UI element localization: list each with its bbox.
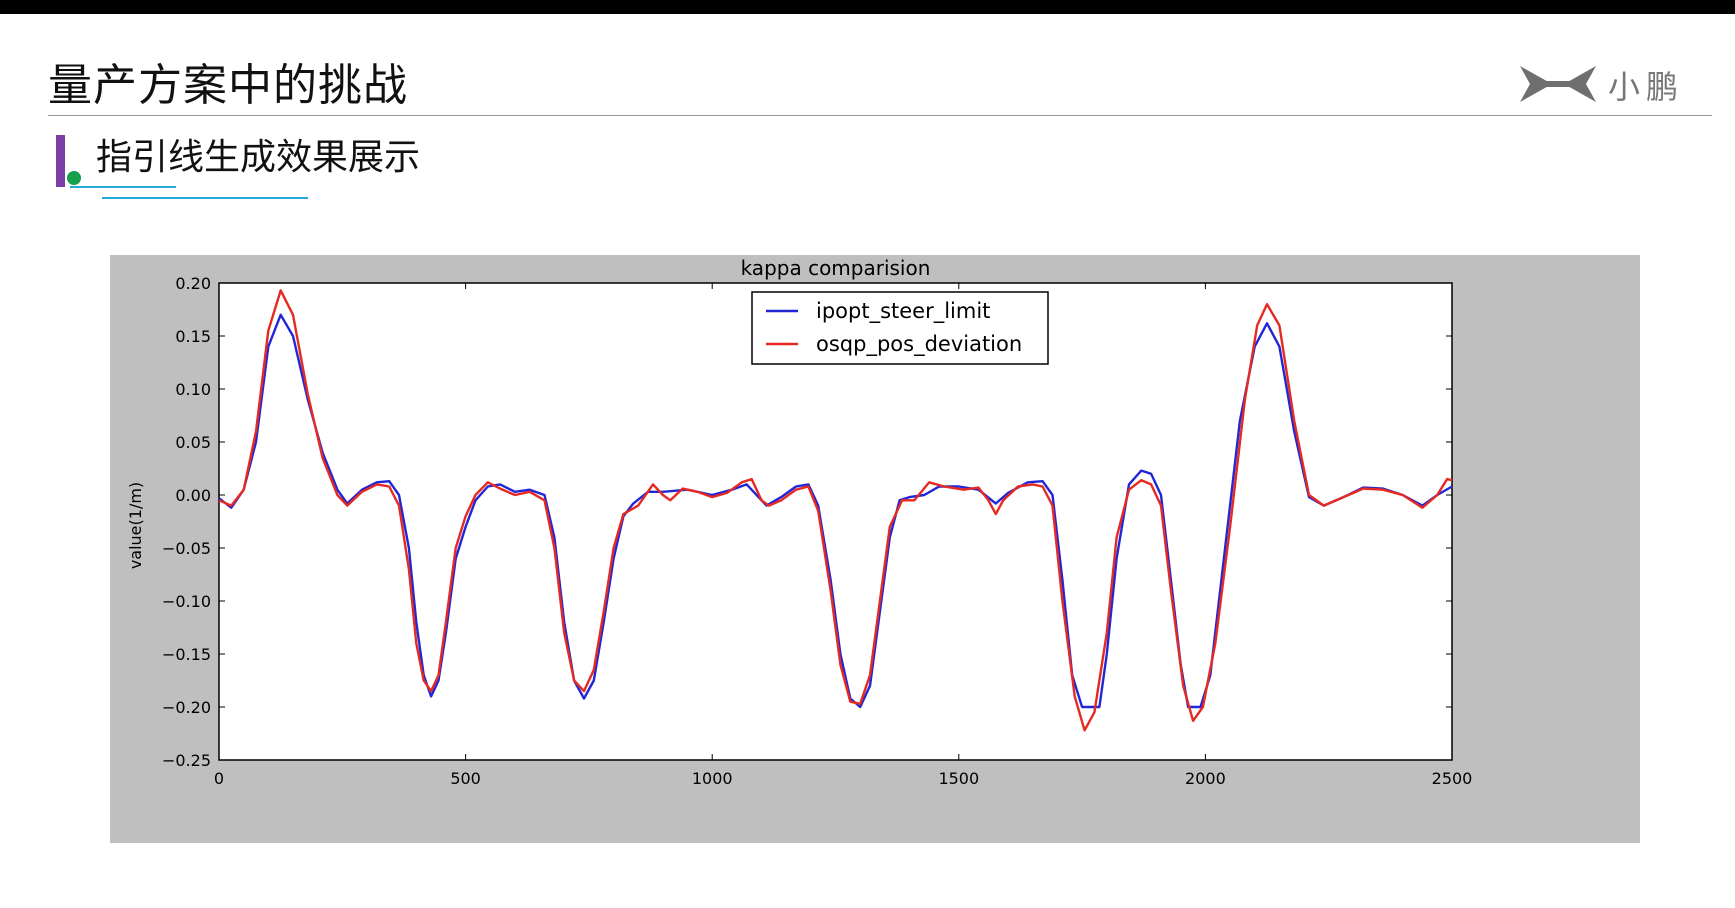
x-tick-label: 1000: [692, 769, 733, 788]
x-tick-label: 1500: [938, 769, 979, 788]
title-divider: [48, 115, 1712, 116]
section-subtitle: 指引线生成效果展示: [96, 137, 421, 178]
x-tick-label: 2000: [1185, 769, 1226, 788]
y-tick-label: 0.00: [175, 486, 211, 505]
y-tick-label: −0.15: [162, 645, 211, 664]
x-tick-label: 2500: [1432, 769, 1473, 788]
y-tick-label: 0.10: [175, 380, 211, 399]
subtitle-marker-bar: [56, 135, 65, 187]
x-tick-label: 500: [450, 769, 481, 788]
top-black-bar: [0, 0, 1735, 14]
subtitle-underline-secondary: [102, 197, 308, 199]
x-tick-label: 0: [214, 769, 224, 788]
legend-label: ipopt_steer_limit: [816, 299, 990, 324]
y-tick-label: −0.20: [162, 698, 211, 717]
y-tick-label: 0.05: [175, 433, 211, 452]
y-tick-label: −0.25: [162, 751, 211, 770]
y-tick-label: 0.15: [175, 327, 211, 346]
y-tick-label: 0.20: [175, 274, 211, 293]
chart-title: kappa comparision: [741, 256, 931, 280]
logo-text: 小鹏: [1608, 68, 1685, 106]
subtitle-marker-dot: [67, 171, 81, 185]
y-tick-label: −0.05: [162, 539, 211, 558]
subtitle-underline: [70, 186, 176, 188]
slide-title: 量产方案中的挑战: [48, 60, 408, 111]
y-axis-title: value(1/m): [126, 482, 145, 569]
kappa-comparison-chart: 0 500 1000 1500 2000 2500 −0.25 −0.20 −0.15 −0.10…: [126, 256, 1473, 788]
legend-label: osqp_pos_deviation: [816, 332, 1022, 357]
chart-legend: ipopt_steer_limit osqp_pos_deviation: [751, 291, 1049, 365]
y-tick-label: −0.10: [162, 592, 211, 611]
